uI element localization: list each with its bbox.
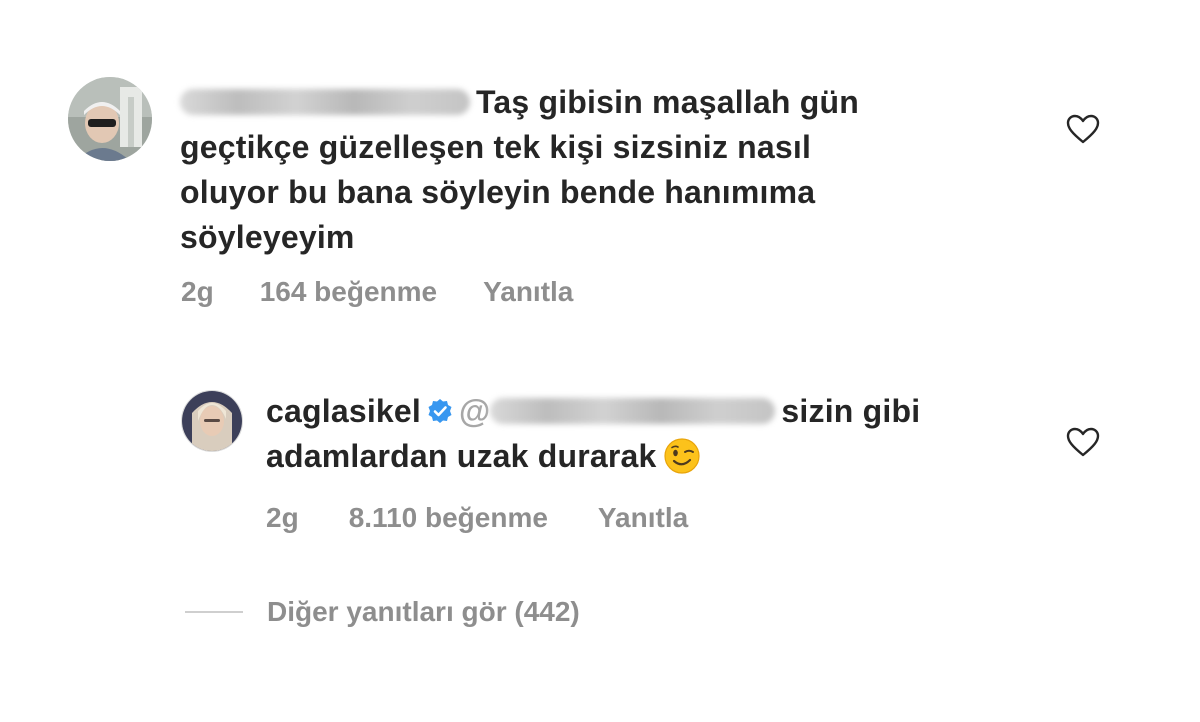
comment-reply-line-2: adamlardan uzak durarak: [266, 434, 1046, 479]
reply-button[interactable]: Yanıtla: [598, 502, 688, 534]
blurred-username[interactable]: [180, 88, 470, 115]
comment-top-meta: 2g 164 beğenme Yanıtla: [181, 276, 573, 308]
reply-username[interactable]: caglasikel: [266, 393, 421, 429]
comment-top-line-2: geçtikçe güzelleşen tek kişi sizsiniz na…: [180, 129, 812, 165]
caglasikel-avatar[interactable]: [181, 390, 243, 452]
comment-top-line-4: söyleyeyim: [180, 219, 355, 255]
mention-at-sign: @: [459, 393, 491, 429]
like-count[interactable]: 8.110 beğenme: [349, 502, 548, 534]
comment-time: 2g: [266, 502, 299, 533]
view-more-replies-label: Diğer yanıtları gör (442): [267, 596, 580, 627]
comment-reply-text: caglasikel @ sizin gibi adamlardan uzak d…: [266, 389, 1046, 479]
comment-top-line-1: Taş gibisin maşallah gün: [180, 80, 1040, 125]
reply-text: sizin gibi: [781, 393, 921, 429]
reply-text-line-2: adamlardan uzak durarak: [266, 438, 657, 474]
view-more-replies-button[interactable]: Diğer yanıtları gör (442): [185, 596, 580, 628]
like-count[interactable]: 164 beğenme: [260, 276, 437, 308]
heart-outline-icon[interactable]: [1066, 427, 1100, 457]
heart-outline-icon[interactable]: [1066, 114, 1100, 144]
divider-line: [185, 611, 243, 613]
reply-button[interactable]: Yanıtla: [483, 276, 573, 308]
comment-reply-line-1: caglasikel @ sizin gibi: [266, 389, 1046, 434]
comment-time: 2g: [181, 276, 214, 307]
comment-top-text: Taş gibisin maşallah gün geçtikçe güzell…: [180, 80, 1040, 260]
winking-face-emoji-icon: [663, 437, 700, 474]
user-avatar-icon: [182, 391, 242, 451]
comment-text: Taş gibisin maşallah gün: [476, 84, 859, 120]
verified-badge-icon: [428, 398, 452, 423]
comment-top-line-3: oluyor bu bana söyleyin bende hanımıma: [180, 174, 816, 210]
comment-reply-meta: 2g 8.110 beğenme Yanıtla: [266, 502, 688, 534]
user-avatar-icon: [68, 77, 152, 161]
commenter-avatar[interactable]: [68, 77, 152, 161]
blurred-mention[interactable]: [490, 397, 776, 424]
